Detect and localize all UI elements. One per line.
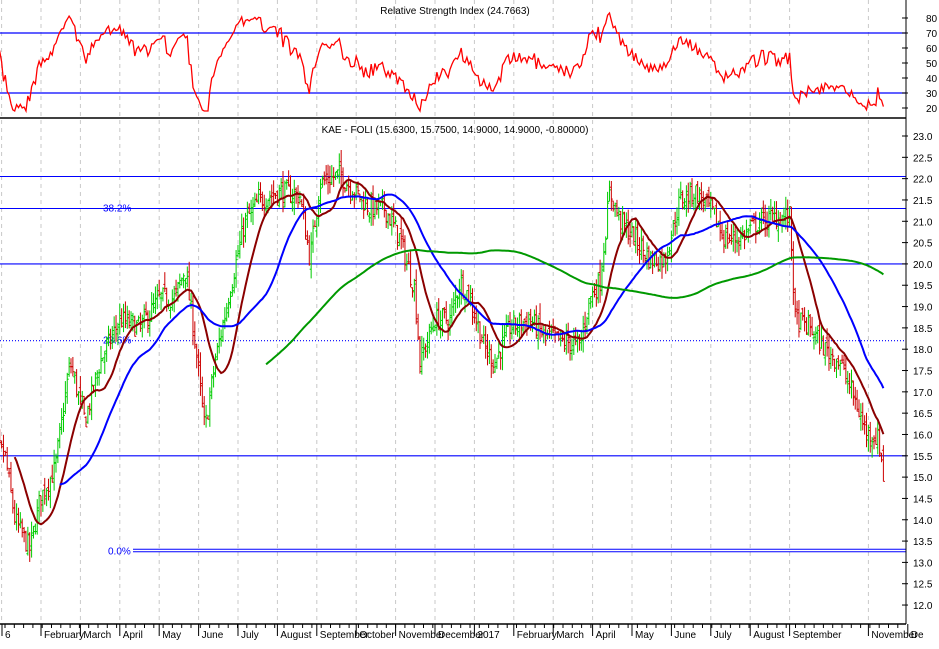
- x-tick-label: February: [517, 630, 557, 641]
- price-tick-label: 12.0: [913, 601, 933, 612]
- rsi-tick-label: 80: [926, 14, 938, 25]
- price-tick-label: 19.5: [913, 281, 933, 292]
- x-tick-label: March: [556, 630, 584, 641]
- stock-chart: Relative Strength Index (24.7663) KAE - …: [0, 0, 938, 641]
- x-tick-label: June: [202, 630, 224, 641]
- price-tick-label: 13.0: [913, 558, 933, 569]
- moving-average-line: [59, 193, 885, 486]
- x-tick-label: April: [596, 630, 616, 641]
- rsi-tick-label: 30: [926, 89, 938, 100]
- price-tick-label: 20.5: [913, 239, 933, 250]
- x-tick-label: May: [635, 630, 654, 641]
- price-tick-label: 14.5: [913, 494, 933, 505]
- x-tick-label: May: [162, 630, 181, 641]
- price-tick-label: 20.0: [913, 260, 933, 271]
- rsi-line: [0, 11, 885, 114]
- price-tick-label: 16.0: [913, 430, 933, 441]
- x-tick-label: August: [753, 630, 784, 641]
- price-tick-label: 21.5: [913, 196, 933, 207]
- x-tick-label: April: [123, 630, 143, 641]
- price-tick-label: 23.0: [913, 132, 933, 143]
- price-tick-label: 17.5: [913, 367, 933, 378]
- x-tick-label: July: [714, 630, 732, 641]
- x-tick-label: 6: [5, 630, 11, 641]
- x-tick-label: September: [793, 630, 843, 641]
- rsi-tick-label: 40: [926, 74, 938, 85]
- x-tick-label: February: [44, 630, 84, 641]
- rsi-tick-label: 20: [926, 104, 938, 115]
- price-tick-label: 16.5: [913, 409, 933, 420]
- x-tick-label: June: [674, 630, 696, 641]
- rsi-panel: Relative Strength Index (24.7663): [0, 6, 906, 114]
- rsi-title: Relative Strength Index (24.7663): [380, 6, 530, 17]
- price-tick-label: 18.0: [913, 345, 933, 356]
- price-tick-label: 22.0: [913, 175, 933, 186]
- price-tick-label: 18.5: [913, 324, 933, 335]
- moving-average-line: [265, 248, 884, 366]
- price-tick-label: 13.5: [913, 537, 933, 548]
- price-tick-label: 22.5: [913, 153, 933, 164]
- price-tick-label: 17.0: [913, 388, 933, 399]
- price-tick-label: 21.0: [913, 217, 933, 228]
- x-tick-label: De: [911, 630, 924, 641]
- price-tick-label: 19.0: [913, 303, 933, 314]
- price-tick-label: 14.0: [913, 516, 933, 527]
- price-tick-label: 15.5: [913, 452, 933, 463]
- fibonacci-label: 38.2%: [103, 203, 131, 214]
- x-tick-label: October: [359, 630, 395, 641]
- rsi-tick-label: 60: [926, 44, 938, 55]
- price-tick-label: 15.0: [913, 473, 933, 484]
- x-tick-label: August: [280, 630, 311, 641]
- price-tick-label: 12.5: [913, 580, 933, 591]
- x-tick-label: March: [83, 630, 111, 641]
- x-tick-label: 2017: [477, 630, 500, 641]
- rsi-tick-label: 50: [926, 59, 938, 70]
- price-panel: KAE - FOLI (15.6300, 15.7500, 14.9000, 1…: [0, 125, 906, 562]
- fibonacci-label: 0.0%: [108, 547, 131, 558]
- rsi-tick-label: 70: [926, 29, 938, 40]
- x-tick-label: July: [241, 630, 259, 641]
- price-title: KAE - FOLI (15.6300, 15.7500, 14.9000, 1…: [322, 125, 589, 136]
